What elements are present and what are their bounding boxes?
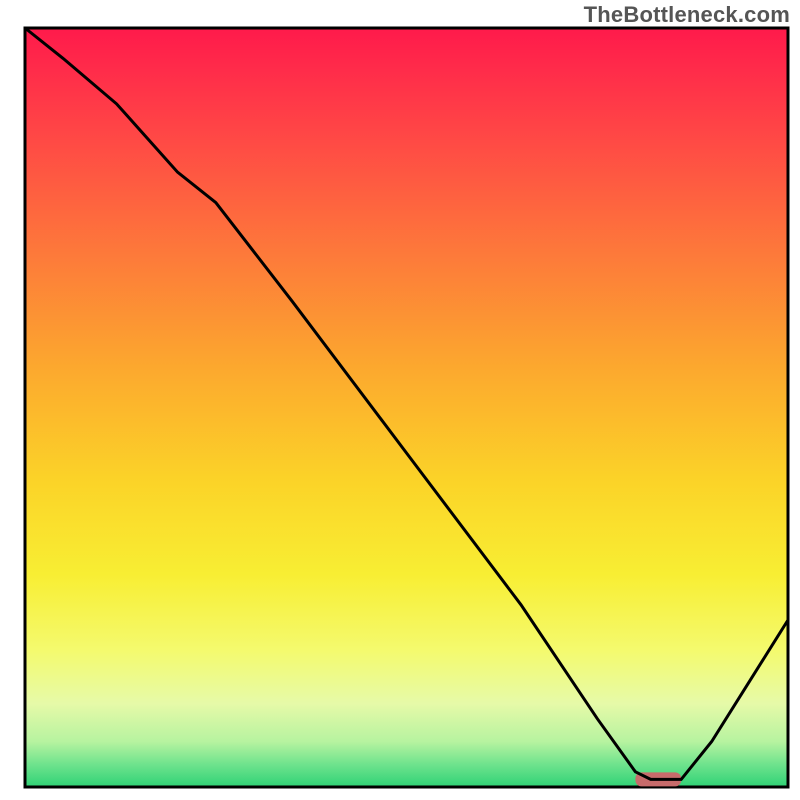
watermark-text: TheBottleneck.com bbox=[584, 2, 790, 28]
chart-container: { "watermark": "TheBottleneck.com", "cha… bbox=[0, 0, 800, 800]
gradient-background bbox=[25, 28, 788, 787]
bottleneck-chart bbox=[0, 0, 800, 800]
